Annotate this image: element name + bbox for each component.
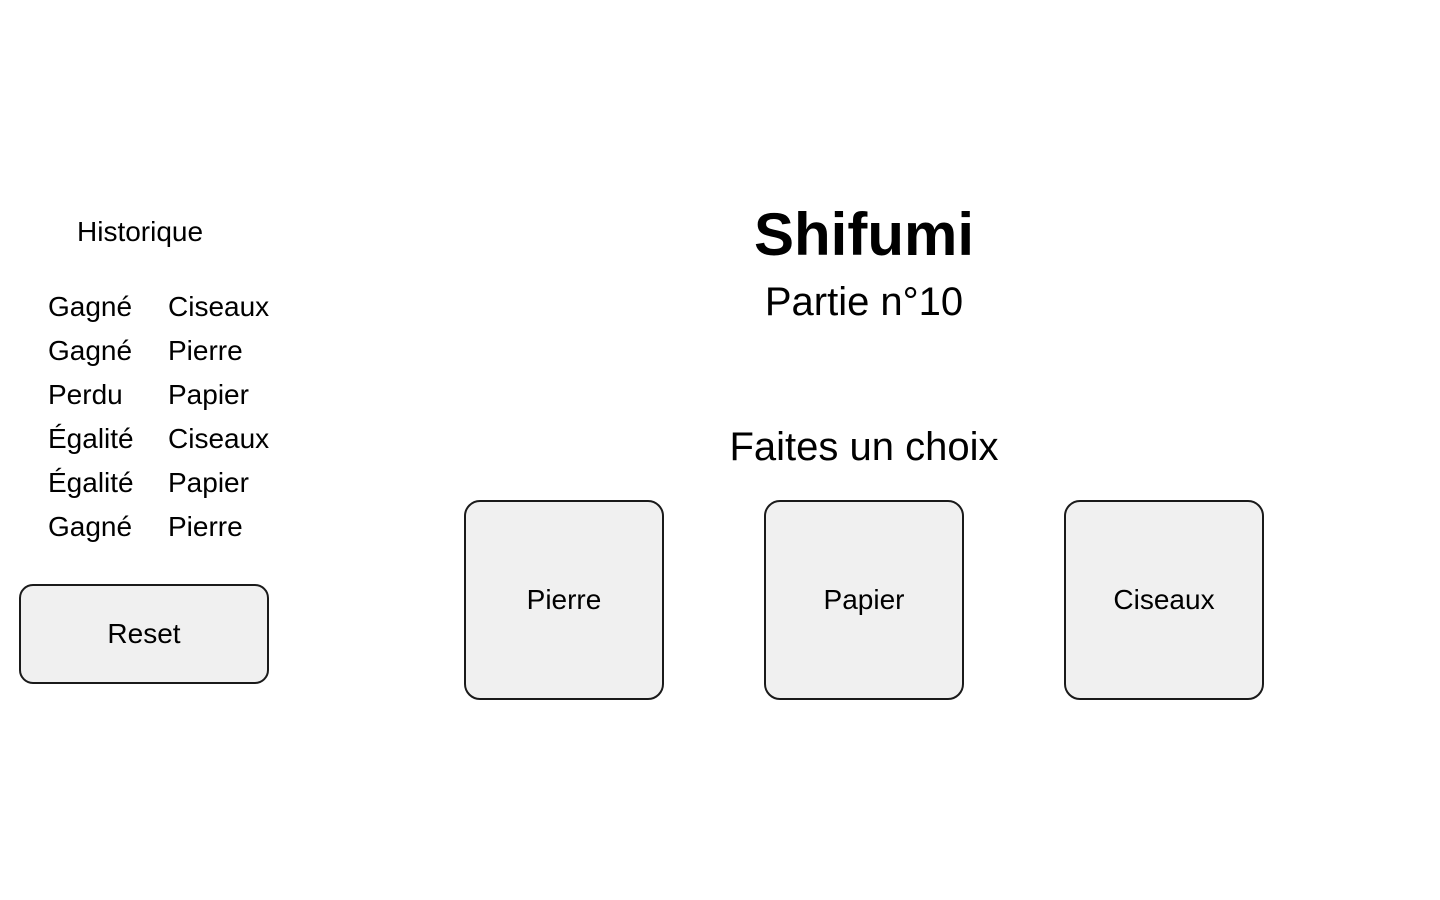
page-title: Shifumi [754, 201, 974, 268]
choice-prompt: Faites un choix [729, 425, 999, 469]
history-choice: Pierre [168, 335, 243, 366]
history-choice: Pierre [168, 511, 243, 542]
history-result: Gagné [48, 335, 133, 366]
history-list: Gagné Ciseaux Gagné Pierre Perdu Papier … [48, 285, 308, 549]
history-result: Gagné [48, 511, 133, 542]
history-row: Gagné Pierre [48, 505, 308, 549]
history-choice: Ciseaux [168, 423, 270, 454]
reset-button[interactable]: Reset [19, 584, 269, 684]
history-choice: Papier [168, 467, 249, 498]
game-number: Partie n°10 [764, 280, 964, 324]
history-title: Historique [77, 216, 204, 247]
history-result: Perdu [48, 379, 123, 410]
history-result: Gagné [48, 291, 133, 322]
scissors-button[interactable]: Ciseaux [1064, 500, 1264, 700]
history-result: Égalité [48, 467, 134, 498]
paper-button[interactable]: Papier [764, 500, 964, 700]
history-row: Égalité Ciseaux [48, 417, 308, 461]
history-row: Gagné Pierre [48, 329, 308, 373]
rock-button[interactable]: Pierre [464, 500, 664, 700]
history-result: Égalité [48, 423, 134, 454]
history-choice: Ciseaux [168, 291, 270, 322]
page: Historique Gagné Ciseaux Gagné Pierre Pe… [0, 0, 1440, 900]
history-choice: Papier [168, 379, 249, 410]
history-row: Perdu Papier [48, 373, 308, 417]
history-row: Gagné Ciseaux [48, 285, 308, 329]
history-row: Égalité Papier [48, 461, 308, 505]
